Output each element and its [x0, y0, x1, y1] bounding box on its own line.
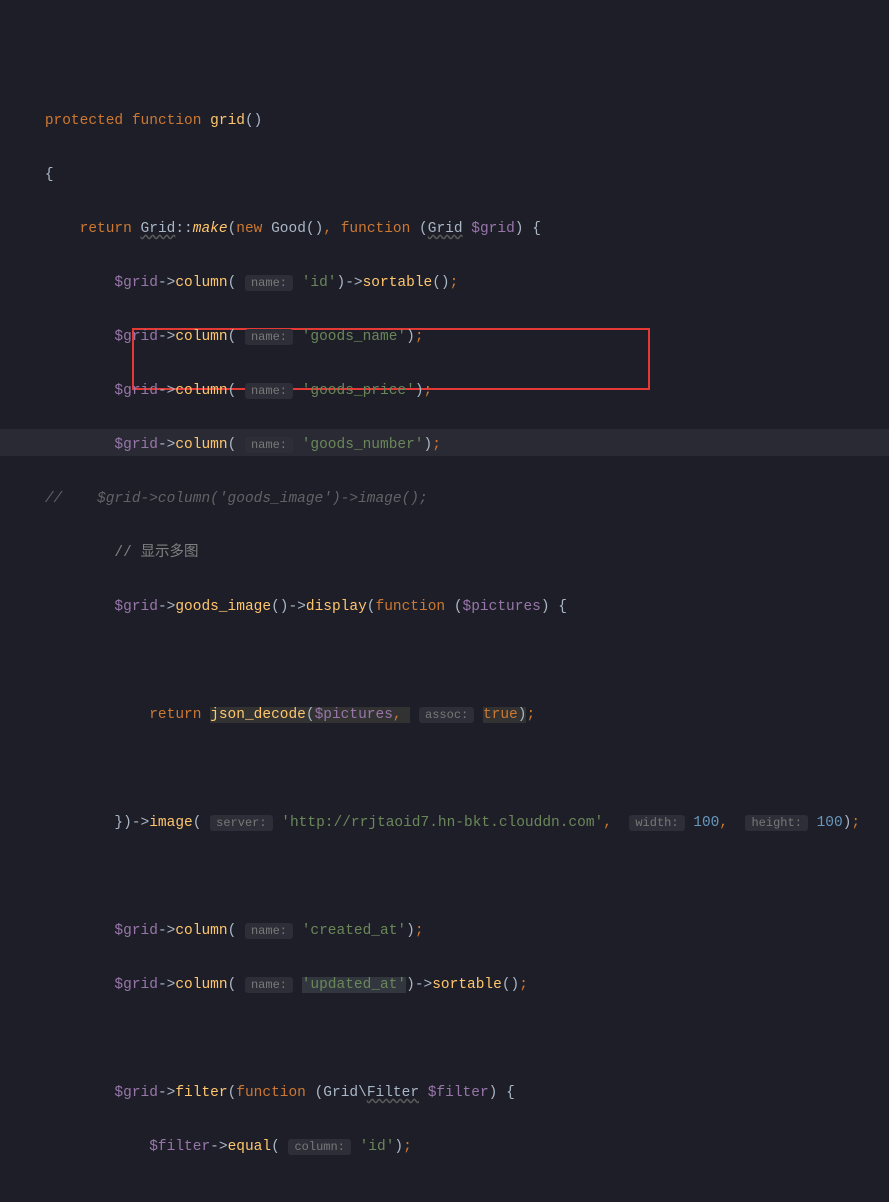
code-line: $grid->column( name: 'goods_number');: [10, 432, 889, 459]
code-line: $grid->column( name: 'created_at');: [10, 918, 889, 945]
code-line: // $grid->column('goods_image')->image()…: [10, 486, 889, 513]
code-line: {: [10, 162, 889, 189]
code-line: $grid->column( name: 'goods_price');: [10, 378, 889, 405]
code-line: [10, 648, 889, 675]
code-line: protected function grid(): [10, 108, 889, 135]
code-line: [10, 756, 889, 783]
code-content: protected function grid() { return Grid:…: [10, 81, 889, 1202]
code-line: [10, 1188, 889, 1202]
code-line: $grid->goods_image()->display(function (…: [10, 594, 889, 621]
code-line: return json_decode($pictures, assoc: tru…: [10, 702, 889, 729]
code-line: })->image( server: 'http://rrjtaoid7.hn-…: [10, 810, 889, 837]
code-line: return Grid::make(new Good(), function (…: [10, 216, 889, 243]
code-line: $filter->equal( column: 'id');: [10, 1134, 889, 1161]
code-editor[interactable]: / protected function grid() { return Gri…: [0, 0, 889, 1202]
code-line: $grid->filter(function (Grid\Filter $fil…: [10, 1080, 889, 1107]
code-line: [10, 864, 889, 891]
code-line: [10, 1026, 889, 1053]
code-line: $grid->column( name: 'updated_at')->sort…: [10, 972, 889, 999]
code-line: $grid->column( name: 'id')->sortable();: [10, 270, 889, 297]
code-line: $grid->column( name: 'goods_name');: [10, 324, 889, 351]
code-line: // 显示多图: [10, 540, 889, 567]
